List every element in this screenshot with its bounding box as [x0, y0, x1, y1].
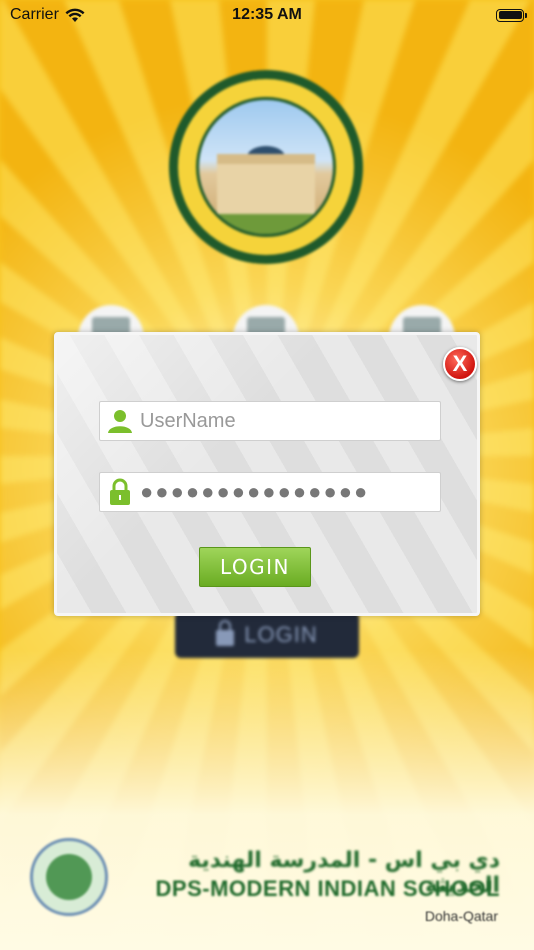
username-input[interactable] — [140, 402, 440, 440]
close-button[interactable]: X — [443, 347, 477, 381]
logo-building — [217, 154, 315, 216]
logo-grass — [199, 214, 333, 234]
background-login-button: LOGIN — [175, 612, 359, 658]
footer-school-emblem — [30, 838, 108, 916]
password-input[interactable]: ●●●●●●●●●●●●●●● — [140, 479, 369, 505]
lock-icon — [100, 473, 140, 511]
password-field[interactable]: ●●●●●●●●●●●●●●● — [99, 472, 441, 512]
login-dialog: X ●●●●●●●●●●●●●●● LOGIN — [54, 332, 480, 616]
logo-ring — [178, 79, 354, 255]
school-logo — [169, 70, 363, 264]
status-left: Carrier — [10, 6, 85, 24]
login-button[interactable]: LOGIN — [199, 547, 311, 587]
carrier-label: Carrier — [10, 6, 59, 23]
footer-school-name: DPS-MODERN INDIAN SCHOOL — [155, 876, 500, 901]
background-login-label: LOGIN — [244, 622, 318, 647]
close-icon: X — [452, 351, 468, 376]
logo-building-image — [196, 97, 336, 237]
status-bar: Carrier 12:35 AM — [0, 0, 534, 30]
wifi-icon — [65, 8, 85, 23]
battery-icon — [496, 8, 527, 22]
username-field[interactable] — [99, 401, 441, 441]
user-icon — [100, 402, 140, 440]
footer-location: Doha-Qatar — [424, 908, 498, 924]
login-button-label: LOGIN — [219, 555, 291, 579]
lock-icon — [216, 620, 235, 646]
